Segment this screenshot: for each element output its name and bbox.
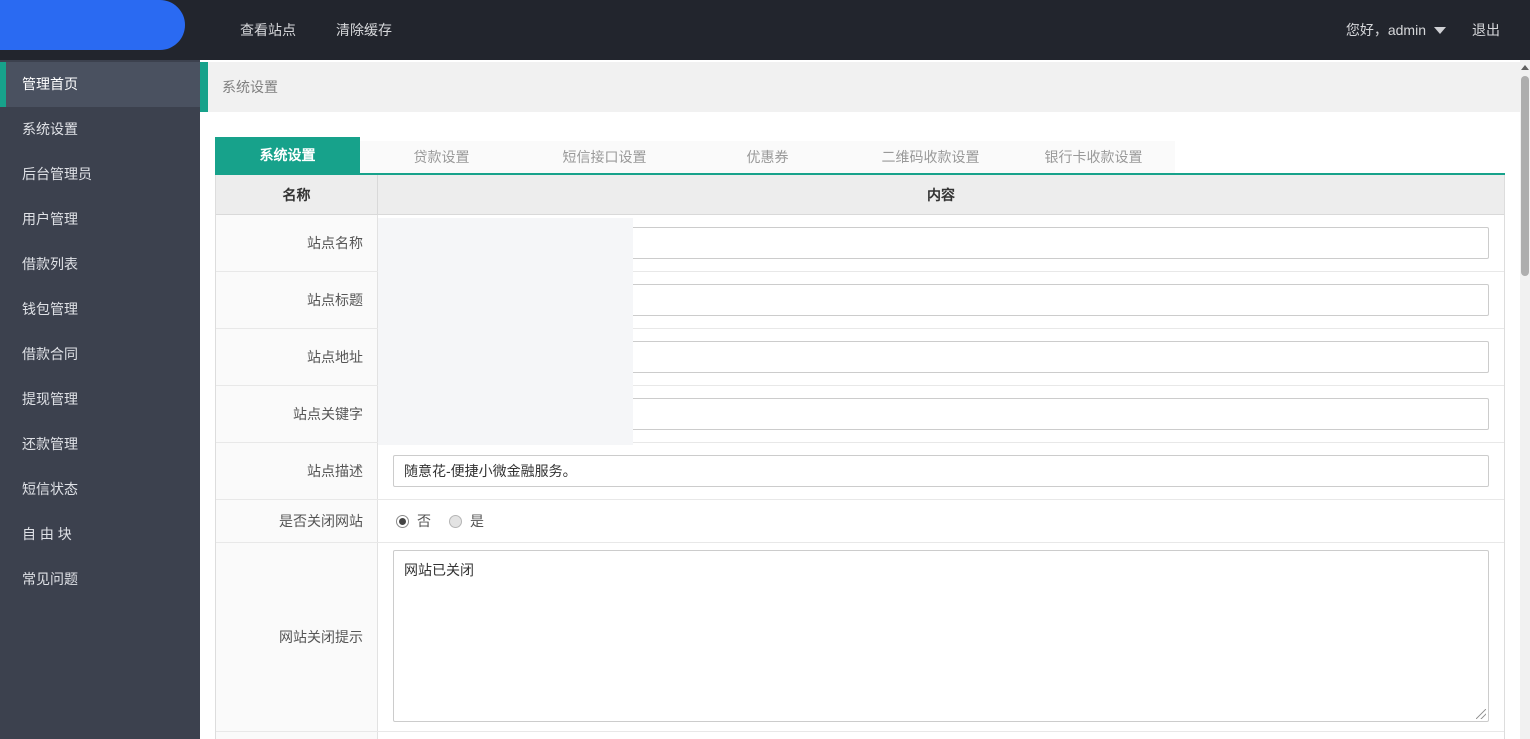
close-site-radio-group: 否 是 (393, 511, 498, 531)
field-label: 站点关键字 (216, 386, 378, 442)
sidebar-item-faq[interactable]: 常见问题 (0, 557, 200, 602)
sidebar-item-free-block[interactable]: 自 由 块 (0, 512, 200, 557)
sidebar-item-dashboard[interactable]: 管理首页 (0, 62, 200, 107)
sidebar-item-repayment[interactable]: 还款管理 (0, 422, 200, 467)
breadcrumb: 系统设置 (200, 62, 1520, 112)
top-right: 您好，admin 退出 (1346, 0, 1500, 60)
page-title: 系统设置 (222, 79, 278, 95)
tab-bankcard-payment-settings[interactable]: 银行卡收款设置 (1012, 141, 1175, 173)
sidebar-item-users[interactable]: 用户管理 (0, 197, 200, 242)
table-row: 站点描述 (216, 443, 1504, 500)
field-label: 站点名称 (216, 215, 378, 271)
sidebar: 管理首页 系统设置 后台管理员 用户管理 借款列表 钱包管理 借款合同 提现管理… (0, 60, 200, 739)
top-bar: 查看站点 清除缓存 您好，admin 退出 (0, 0, 1530, 60)
scrollbar-thumb[interactable] (1521, 76, 1529, 276)
radio-yes[interactable] (449, 514, 462, 528)
top-menu: 查看站点 清除缓存 (240, 0, 392, 60)
top-menu-clear-cache[interactable]: 清除缓存 (336, 20, 392, 40)
table-row (216, 732, 1504, 739)
field-label: 站点描述 (216, 443, 378, 499)
header-name: 名称 (216, 175, 378, 214)
tab-system-settings[interactable]: 系统设置 (215, 137, 360, 173)
logout-button[interactable]: 退出 (1472, 20, 1500, 40)
tab-qrcode-payment-settings[interactable]: 二维码收款设置 (849, 141, 1012, 173)
sidebar-item-system-settings[interactable]: 系统设置 (0, 107, 200, 152)
sidebar-item-admins[interactable]: 后台管理员 (0, 152, 200, 197)
logo (0, 0, 185, 50)
field-label: 站点标题 (216, 272, 378, 328)
site-description-input[interactable] (393, 455, 1489, 487)
field-label (216, 732, 378, 739)
main-content: 系统设置 系统设置 贷款设置 短信接口设置 优惠券 二维码收款设置 银行卡收款设… (200, 60, 1530, 739)
table-row: 是否关闭网站 否 是 (216, 500, 1504, 543)
tab-loan-settings[interactable]: 贷款设置 (360, 141, 523, 173)
radio-yes-label: 是 (470, 513, 484, 529)
field-label: 是否关闭网站 (216, 500, 378, 542)
table-row: 网站关闭提示 网站已关闭 (216, 543, 1504, 732)
top-menu-view-site[interactable]: 查看站点 (240, 20, 296, 40)
header-content: 内容 (927, 186, 955, 203)
site-closed-message-textarea[interactable]: 网站已关闭 (393, 550, 1489, 722)
field-label: 站点地址 (216, 329, 378, 385)
table-header-row: 名称 内容 (216, 175, 1504, 215)
sidebar-item-loan-list[interactable]: 借款列表 (0, 242, 200, 287)
tabs-bar: 系统设置 贷款设置 短信接口设置 优惠券 二维码收款设置 银行卡收款设置 (215, 137, 1505, 175)
sidebar-item-withdraw[interactable]: 提现管理 (0, 377, 200, 422)
radio-no[interactable] (396, 514, 409, 528)
greeting-text: 您好，admin (1345, 22, 1426, 38)
tab-sms-api-settings[interactable]: 短信接口设置 (523, 141, 686, 173)
chevron-down-icon (1434, 26, 1446, 34)
sidebar-item-loan-contract[interactable]: 借款合同 (0, 332, 200, 377)
floating-panel (378, 218, 633, 445)
vertical-scrollbar (1520, 60, 1530, 739)
field-label: 网站关闭提示 (216, 543, 378, 731)
sidebar-item-wallet[interactable]: 钱包管理 (0, 287, 200, 332)
tab-coupons[interactable]: 优惠券 (686, 141, 849, 173)
user-dropdown[interactable]: 您好，admin (1346, 20, 1446, 40)
scrollbar-up-arrow[interactable] (1520, 60, 1530, 74)
sidebar-item-sms-status[interactable]: 短信状态 (0, 467, 200, 512)
radio-no-label: 否 (417, 513, 431, 529)
